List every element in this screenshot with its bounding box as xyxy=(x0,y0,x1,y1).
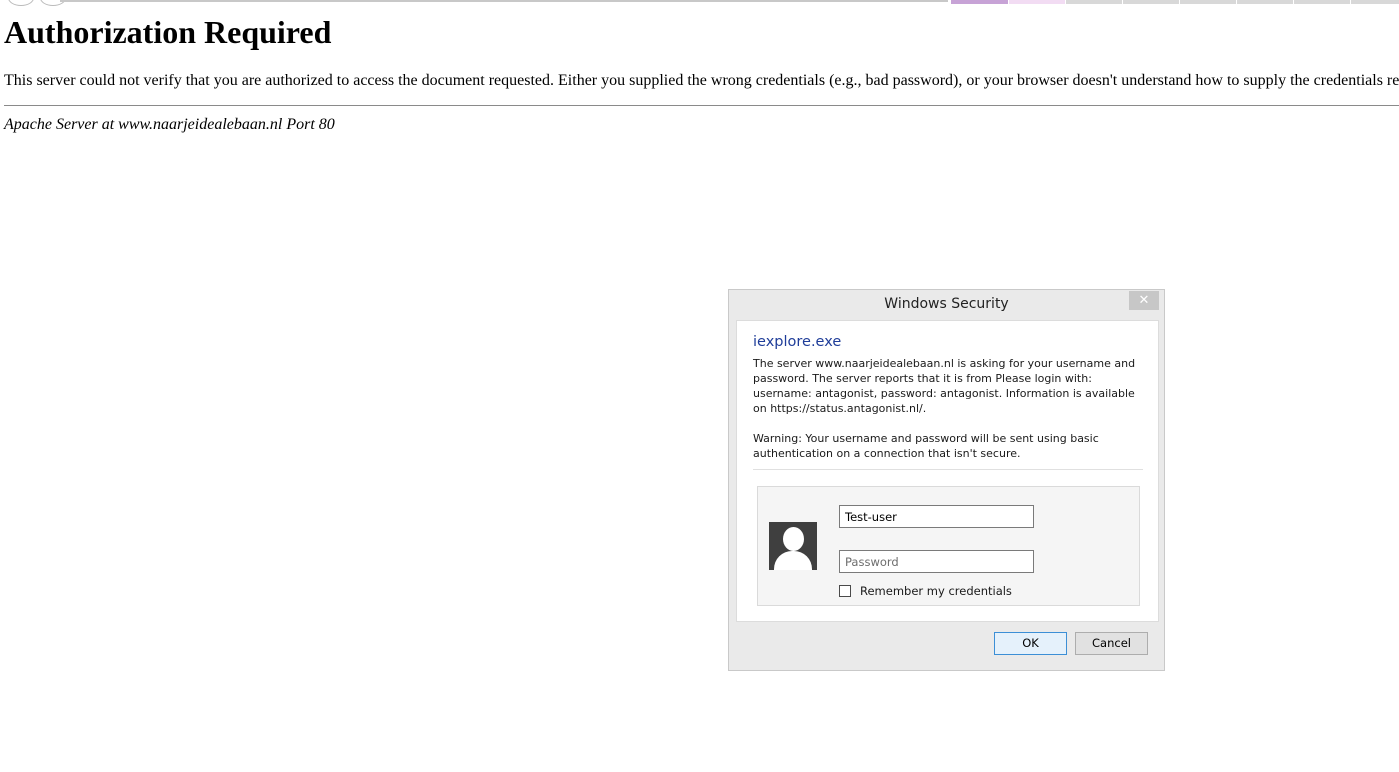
server-signature: Apache Server at www.naarjeidealebaan.nl… xyxy=(4,116,335,133)
browser-tab[interactable] xyxy=(1123,0,1179,4)
remember-credentials-label[interactable]: Remember my credentials xyxy=(860,584,1012,598)
user-avatar-icon xyxy=(769,522,817,570)
address-bar-edge[interactable] xyxy=(60,0,948,2)
close-icon[interactable]: ✕ xyxy=(1129,291,1159,310)
browser-tab[interactable] xyxy=(951,0,1008,4)
windows-security-dialog: Windows Security ✕ iexplore.exe The serv… xyxy=(728,289,1165,671)
password-input[interactable] xyxy=(839,550,1034,573)
browser-tab[interactable] xyxy=(1180,0,1236,4)
browser-chrome-strip xyxy=(0,0,1399,6)
username-input[interactable] xyxy=(839,505,1034,528)
credential-panel: Remember my credentials xyxy=(757,486,1140,606)
dialog-title: Windows Security xyxy=(884,296,1009,312)
app-name: iexplore.exe xyxy=(753,334,842,350)
page-divider xyxy=(4,105,1399,106)
browser-tab[interactable] xyxy=(1066,0,1122,4)
remember-credentials-row[interactable]: Remember my credentials xyxy=(839,584,1012,598)
page-title: Authorization Required xyxy=(4,14,332,50)
browser-tab[interactable] xyxy=(1237,0,1293,4)
dialog-body: iexplore.exe The server www.naarjeideale… xyxy=(736,320,1159,622)
error-message: This server could not verify that you ar… xyxy=(4,72,1399,89)
browser-tab[interactable] xyxy=(1294,0,1350,4)
cancel-button[interactable]: Cancel xyxy=(1075,632,1148,655)
back-button-edge[interactable] xyxy=(8,0,34,6)
security-warning: Warning: Your username and password will… xyxy=(753,432,1099,460)
server-message: The server www.naarjeidealebaan.nl is as… xyxy=(753,357,1136,415)
dialog-titlebar[interactable]: Windows Security ✕ xyxy=(729,290,1164,320)
browser-tab[interactable] xyxy=(1351,0,1399,4)
remember-credentials-checkbox[interactable] xyxy=(839,585,851,597)
ok-button[interactable]: OK xyxy=(994,632,1067,655)
dialog-footer: OK Cancel xyxy=(736,622,1159,665)
body-divider xyxy=(753,469,1143,470)
browser-tab[interactable] xyxy=(1009,0,1065,4)
